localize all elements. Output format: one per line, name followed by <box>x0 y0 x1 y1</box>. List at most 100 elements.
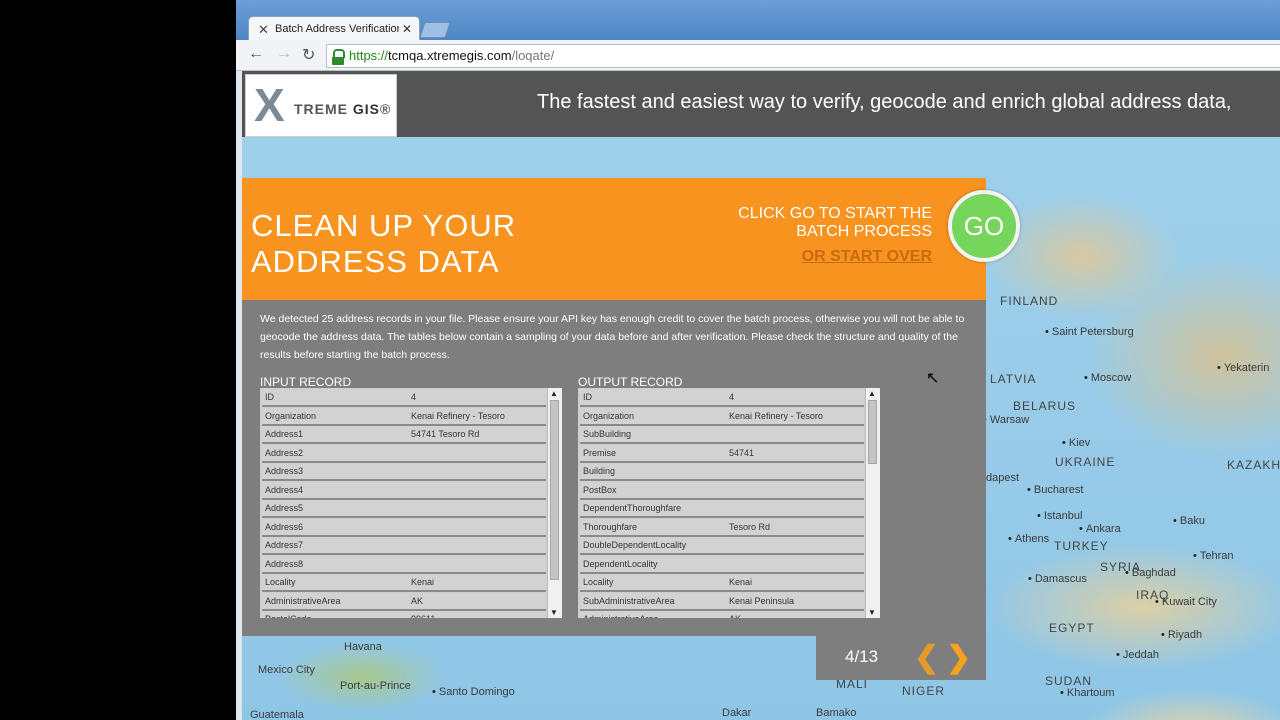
table-row: AdministrativeArea AK <box>262 592 546 611</box>
table-row: Address1 54741 Tesoro Rd <box>262 426 546 444</box>
lock-icon <box>332 49 345 65</box>
back-arrow-icon[interactable]: ← <box>248 45 264 63</box>
map-label: Kiev <box>1062 437 1090 449</box>
record-preview-panel: We detected 25 address records in your f… <box>242 300 986 636</box>
field-value: Tesoro Rd <box>729 521 771 532</box>
url-host: tcmqa.xtremegis.com <box>388 48 512 63</box>
table-row: PostalCode 99611 <box>262 611 546 618</box>
scroll-up-icon[interactable]: ▲ <box>868 389 876 398</box>
map-label: Havana <box>344 641 382 653</box>
field-name: ID <box>265 392 274 402</box>
map-label: Riyadh <box>1161 629 1202 641</box>
table-row: DependentLocality <box>580 555 864 574</box>
page-count: 4/13 <box>845 647 879 666</box>
table-row: DependentThoroughfare <box>580 500 864 518</box>
table-row: SubBuilding <box>580 426 864 444</box>
input-record-table[interactable]: ID 4 Organization Kenai Refinery - Tesoro Ad… <box>260 388 562 618</box>
map-label: Athens <box>1008 533 1049 545</box>
url-path: /loqate/ <box>511 48 555 63</box>
field-value: 54741 Tesoro Rd <box>411 429 480 439</box>
forward-arrow-icon[interactable]: → <box>276 45 292 63</box>
browser-window: ✕ Batch Address Verification ✕ ← → ↻ htt… <box>236 0 1280 720</box>
reload-icon[interactable]: ↻ <box>302 45 315 65</box>
page-title-line2: ADDRESS DATA <box>251 244 500 279</box>
tab-close-icon[interactable]: ✕ <box>402 22 412 36</box>
table-row: AdministrativeArea AK <box>580 611 864 618</box>
tab-strip: ✕ Batch Address Verification ✕ <box>236 0 1280 43</box>
url-text[interactable]: https://tcmqa.xtremegis.com/loqate/ <box>349 48 554 63</box>
field-name: Address8 <box>265 558 304 569</box>
table-row: Address6 <box>262 518 546 537</box>
map-label: Ankara <box>1079 523 1121 535</box>
output-record-label: OUTPUT RECORD <box>578 375 683 389</box>
map-label: FINLAND <box>1000 294 1059 308</box>
field-name: Address2 <box>265 447 304 458</box>
map-label: Dakar <box>722 707 752 719</box>
logo-text-a: TREME <box>294 101 348 117</box>
xtremegis-favicon-icon: ✕ <box>258 22 269 37</box>
field-value: 4 <box>729 392 735 402</box>
go-button[interactable]: GO <box>948 190 1020 262</box>
table-row: Address8 <box>262 555 546 574</box>
field-name: SubAdministrativeArea <box>583 595 675 606</box>
table-row: ID 4 <box>262 389 546 407</box>
map-label: Jeddah <box>1116 649 1159 661</box>
field-value: Kenai <box>411 577 435 587</box>
scroll-down-icon[interactable]: ▼ <box>550 608 558 617</box>
map-label: EGYPT <box>1049 621 1095 635</box>
map-label: BELARUS <box>1013 399 1077 413</box>
table-row: Address3 <box>262 463 546 481</box>
table-row: ID 4 <box>580 389 864 407</box>
logo-wordmark: TREME GIS® <box>294 101 391 117</box>
next-arrow-icon[interactable]: ❯ <box>946 640 971 675</box>
xtremegis-logo[interactable]: X TREME GIS® <box>245 74 397 137</box>
table-row: Premise 54741 <box>580 444 864 463</box>
map-label: Tehran <box>1193 550 1234 562</box>
map-label: Baghdad <box>1125 567 1176 579</box>
output-record-table[interactable]: ID 4 Organization Kenai Refinery - Tesoro Su… <box>578 388 880 618</box>
table-row: PostBox <box>580 481 864 500</box>
field-name: Address5 <box>265 503 304 513</box>
output-scroll-thumb[interactable] <box>868 400 877 464</box>
field-name: DependentLocality <box>583 558 658 569</box>
field-name: Address1 <box>265 429 304 439</box>
record-pager: 4/13 ❮ ❯ <box>816 636 986 680</box>
prev-arrow-icon[interactable]: ❮ <box>914 640 939 675</box>
table-row: Address2 <box>262 444 546 463</box>
field-name: DependentThoroughfare <box>583 503 682 513</box>
field-value: 99611 <box>411 614 435 618</box>
go-instructions: CLICK GO TO START THE BATCH PROCESS <box>738 205 932 241</box>
field-name: Thoroughfare <box>583 521 638 532</box>
map-label: SUDAN <box>1045 674 1093 688</box>
table-row: Organization Kenai Refinery - Tesoro <box>580 407 864 426</box>
input-scroll-thumb[interactable] <box>550 400 559 580</box>
field-name: SubBuilding <box>583 429 632 439</box>
logo-text-b: GIS <box>352 101 381 117</box>
map-label: Moscow <box>1084 372 1131 384</box>
scroll-down-icon[interactable]: ▼ <box>868 608 876 617</box>
field-value: Kenai Peninsula <box>729 595 795 606</box>
map-label: Guatemala <box>250 709 304 720</box>
start-over-link[interactable]: OR START OVER <box>802 248 932 266</box>
field-value: Kenai <box>729 577 753 587</box>
table-row: Locality Kenai <box>580 574 864 592</box>
map-label: Baku <box>1173 515 1205 527</box>
table-row: Locality Kenai <box>262 574 546 592</box>
batch-description: We detected 25 address records in your f… <box>260 313 965 361</box>
map-label: Mexico City <box>258 664 315 676</box>
browser-tab-active[interactable]: ✕ Batch Address Verification ✕ <box>248 16 420 43</box>
address-bar[interactable]: https://tcmqa.xtremegis.com/loqate/ <box>326 44 1280 68</box>
map-label: TURKEY <box>1054 539 1109 553</box>
output-scrollbar[interactable]: ▲ ▼ <box>865 388 880 618</box>
input-scrollbar[interactable]: ▲ ▼ <box>547 388 562 618</box>
field-name: Address4 <box>265 484 304 495</box>
new-tab-button[interactable] <box>419 22 451 38</box>
tab-title: Batch Address Verification <box>275 23 399 35</box>
field-name: Organization <box>583 410 635 421</box>
input-record-label: INPUT RECORD <box>260 375 352 389</box>
map-label: NIGER <box>902 684 946 698</box>
table-row: SubAdministrativeArea Kenai Peninsula <box>580 592 864 611</box>
map-label: Damascus <box>1028 573 1087 585</box>
field-name: Address7 <box>265 540 304 550</box>
scroll-up-icon[interactable]: ▲ <box>550 389 558 398</box>
